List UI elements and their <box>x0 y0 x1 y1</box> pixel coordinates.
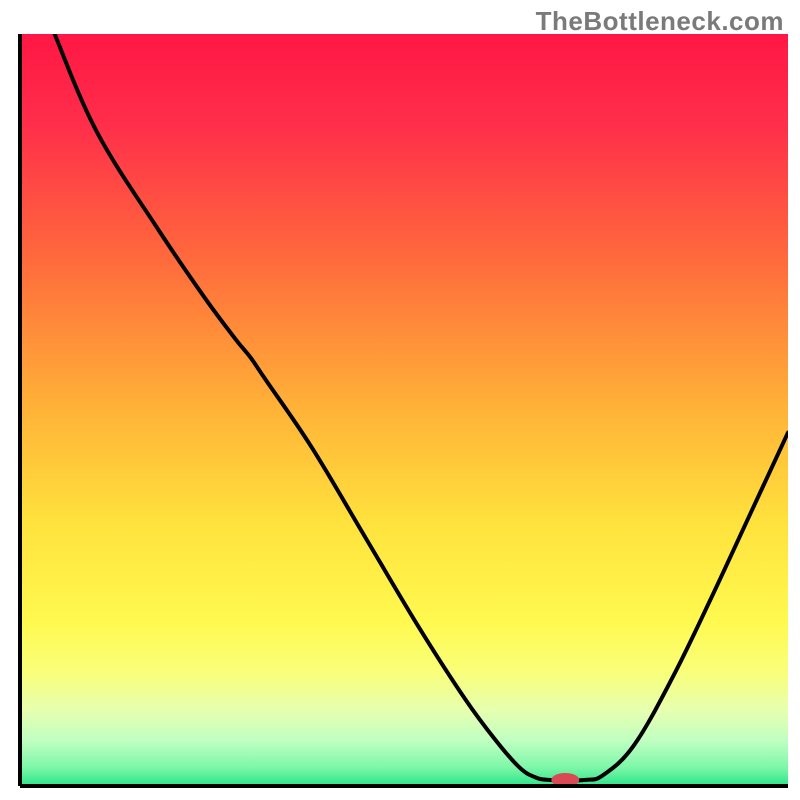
chart-container: TheBottleneck.com <box>0 0 800 800</box>
bottleneck-chart <box>0 0 800 800</box>
watermark-text: TheBottleneck.com <box>536 6 784 37</box>
